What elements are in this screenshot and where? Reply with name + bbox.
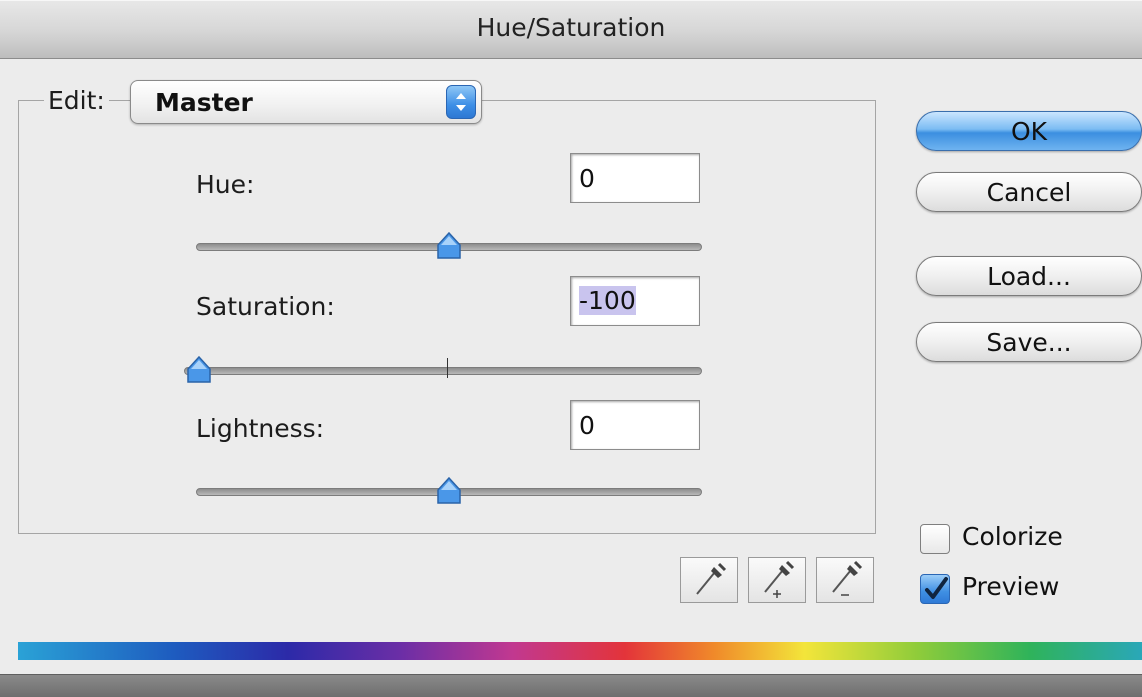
preview-checkbox[interactable] [920, 574, 950, 604]
saturation-slider-track[interactable] [184, 367, 702, 375]
hue-input[interactable] [570, 153, 700, 203]
saturation-value: -100 [579, 286, 636, 315]
eyedropper-button[interactable] [680, 557, 738, 603]
eyedropper-add-icon [764, 560, 795, 598]
eyedropper-subtract-icon [832, 560, 863, 596]
window-title: Hue/Saturation [476, 13, 666, 42]
saturation-label: Saturation: [196, 292, 335, 321]
load-button[interactable]: Load... [916, 256, 1142, 296]
edit-label: Edit: [44, 86, 109, 115]
save-button[interactable]: Save... [916, 322, 1142, 362]
adjusted-spectrum-bar [0, 674, 1142, 697]
eyedropper-icon [696, 562, 727, 595]
color-spectrum-bar [18, 642, 1142, 660]
hue-label: Hue: [196, 170, 255, 199]
title-bar[interactable]: Hue/Saturation [0, 0, 1142, 59]
edit-channel-select[interactable]: Master [130, 80, 482, 124]
eyedropper-subtract-button[interactable] [816, 557, 874, 603]
saturation-slider-thumb[interactable] [184, 355, 214, 385]
lightness-label: Lightness: [196, 414, 325, 443]
edit-channel-value: Master [155, 88, 253, 117]
lightness-slider-thumb[interactable] [434, 476, 464, 506]
colorize-checkbox[interactable] [920, 524, 950, 554]
eyedropper-add-button[interactable] [748, 557, 806, 603]
preview-label: Preview [962, 572, 1060, 601]
saturation-center-tick [447, 358, 448, 378]
lightness-input[interactable] [570, 400, 700, 450]
colorize-label: Colorize [962, 522, 1063, 551]
ok-button[interactable]: OK [916, 111, 1142, 151]
saturation-input[interactable]: -100 [570, 276, 700, 326]
adjustment-group [18, 100, 876, 534]
checkmark-icon [925, 577, 948, 599]
updown-arrows-icon [446, 85, 476, 119]
hue-slider-thumb[interactable] [434, 231, 464, 261]
cancel-button[interactable]: Cancel [916, 172, 1142, 212]
